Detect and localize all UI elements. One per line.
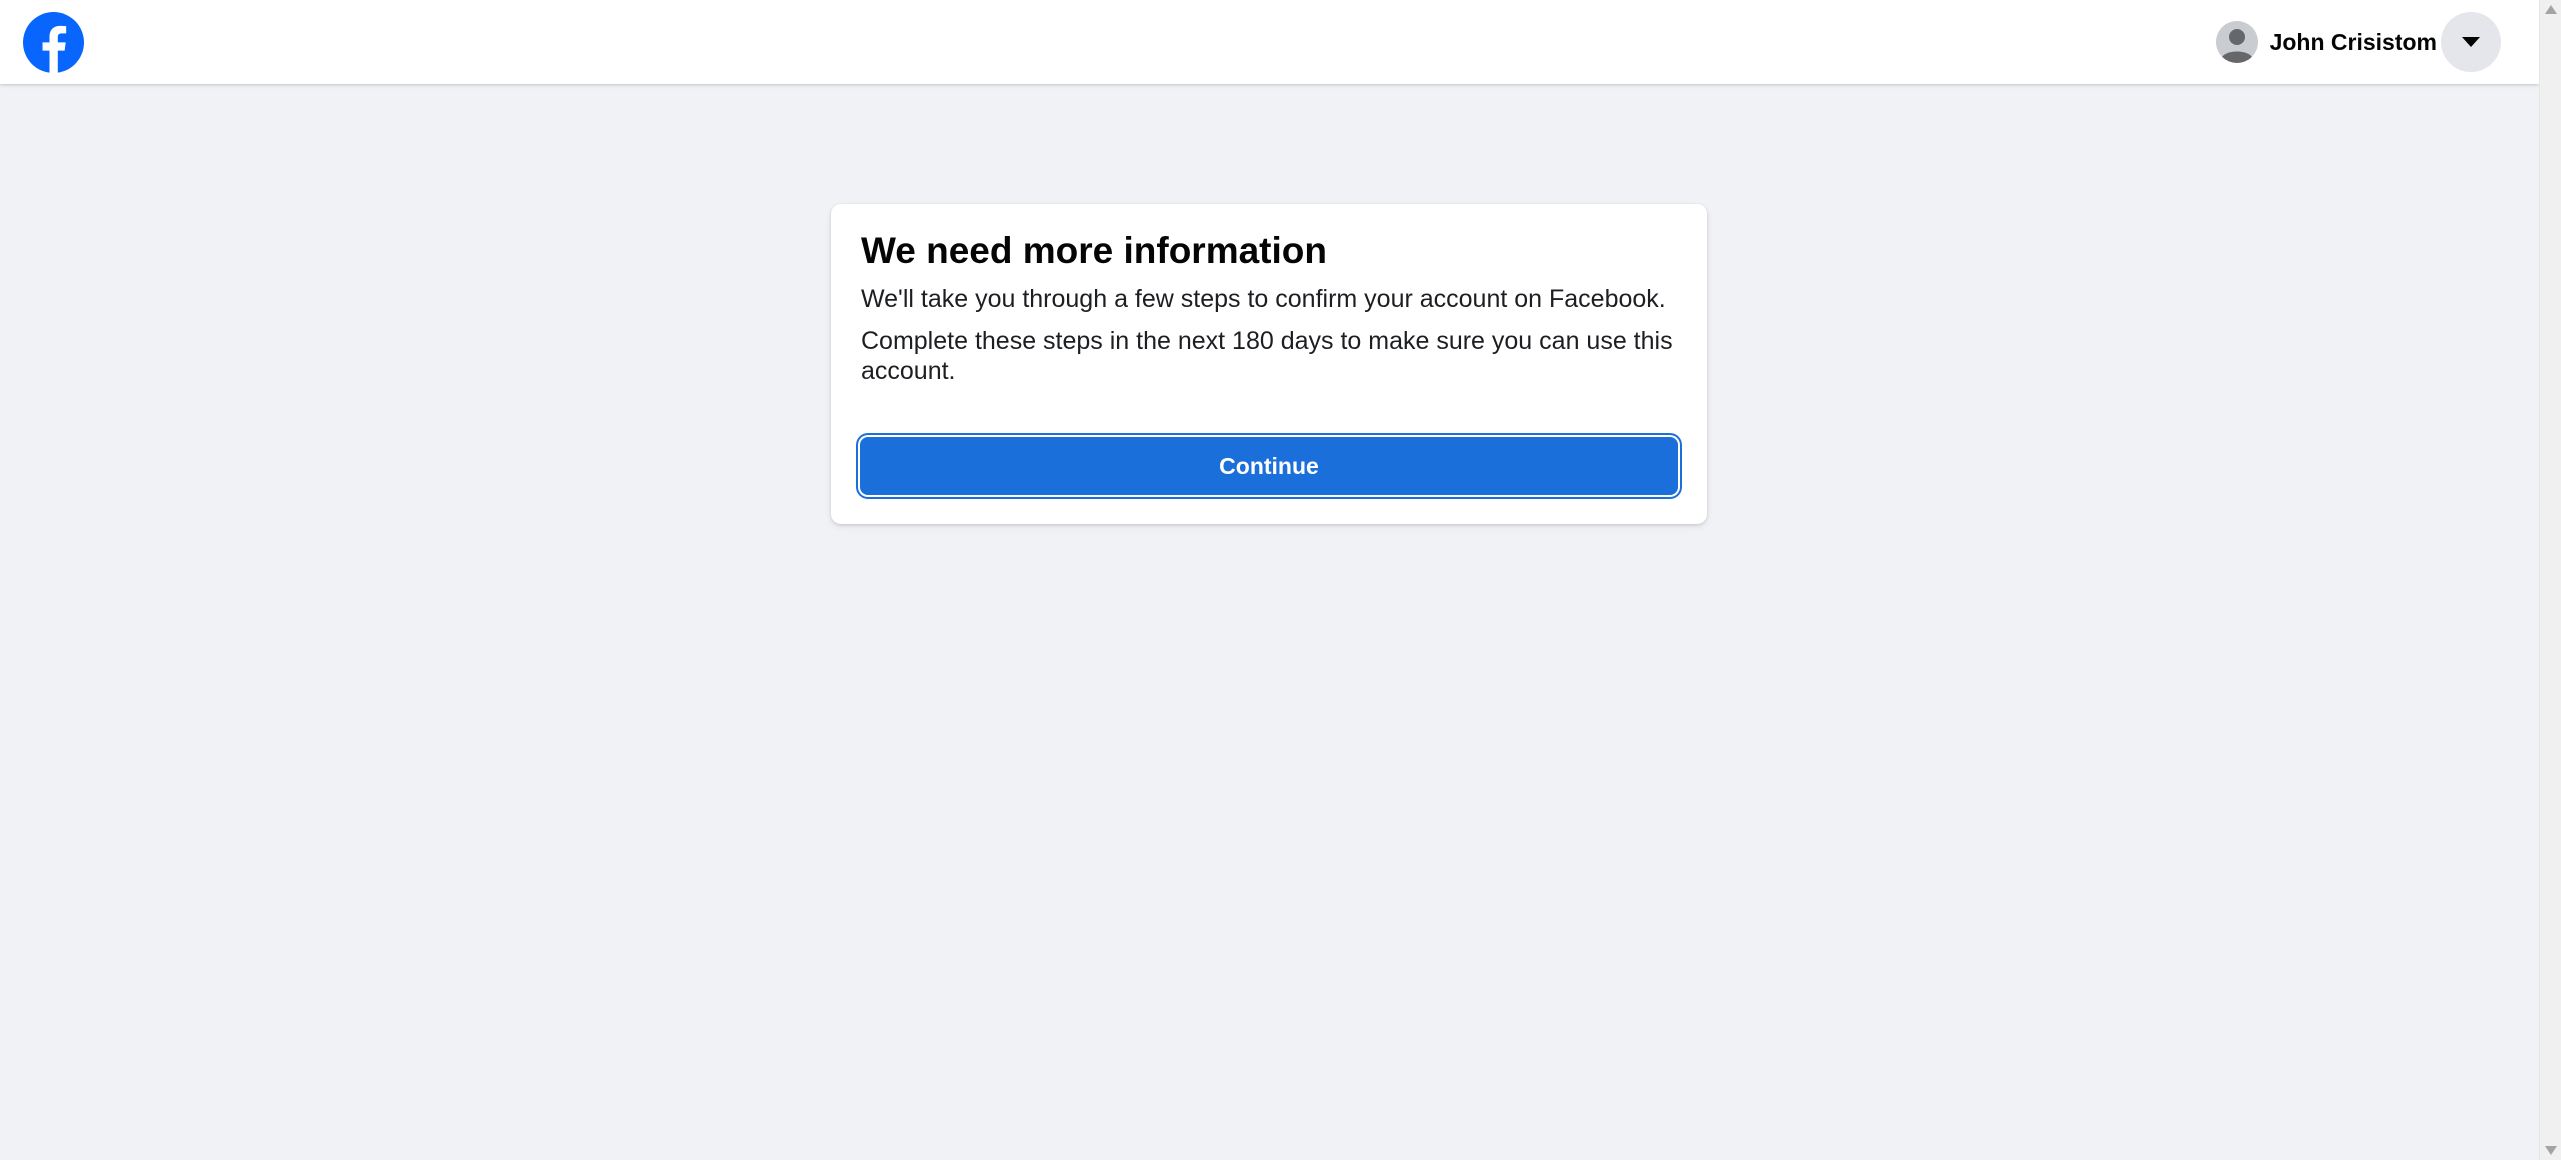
scroll-up-arrow-icon[interactable] [2545,5,2557,14]
card-title: We need more information [861,230,1327,271]
top-navigation-bar: John Crisistom [0,0,2539,84]
vertical-scrollbar[interactable] [2539,0,2561,1160]
card-description: We'll take you through a few steps to co… [861,285,1666,313]
card-deadline-text: Complete these steps in the next 180 day… [861,327,1673,385]
continue-button[interactable]: Continue [860,437,1678,495]
confirm-account-card: We need more information We'll take you … [831,204,1707,524]
facebook-logo-icon[interactable] [23,12,84,73]
scroll-down-arrow-icon[interactable] [2545,1146,2557,1155]
default-avatar-icon [2215,21,2258,63]
profile-link[interactable]: John Crisistom [2215,18,2437,66]
account-menu-button[interactable] [2441,12,2501,72]
user-name: John Crisistom [2269,28,2437,55]
caret-down-icon [2462,37,2480,47]
